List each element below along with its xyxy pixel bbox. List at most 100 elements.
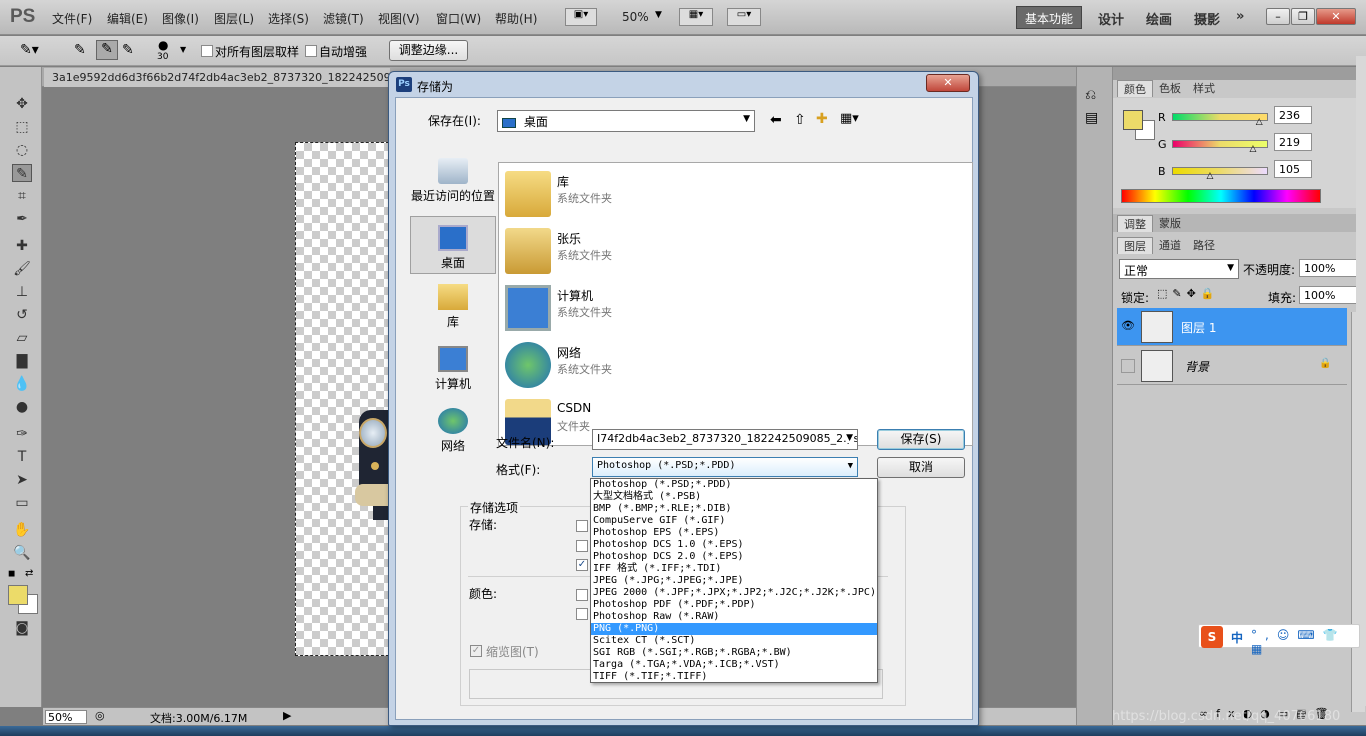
history-panel-icon[interactable]: ⎌ xyxy=(1085,87,1096,103)
tab-adjustments[interactable]: 调整 xyxy=(1117,215,1153,232)
format-option[interactable]: CompuServe GIF (*.GIF) xyxy=(591,515,877,527)
visibility-eye-icon[interactable]: 👁 xyxy=(1121,319,1135,332)
hand-tool-icon[interactable]: ✋ xyxy=(12,521,32,539)
screen-layout-icon[interactable]: ▭▾ xyxy=(727,8,761,26)
brush-dot-icon[interactable]: ● xyxy=(158,38,168,52)
actions-panel-icon[interactable]: ▤ xyxy=(1085,110,1098,126)
workspace-painting[interactable]: 绘画 xyxy=(1146,9,1172,28)
format-option[interactable]: Photoshop DCS 2.0 (*.EPS) xyxy=(591,551,877,563)
place-recent[interactable]: 最近访问的位置 xyxy=(410,158,496,210)
list-item[interactable]: 网络 系统文件夹 xyxy=(505,338,925,395)
format-option[interactable]: SGI RGB (*.SGI;*.RGB;*.RGBA;*.BW) xyxy=(591,647,877,659)
workspace-design[interactable]: 设计 xyxy=(1098,9,1124,28)
shape-tool-icon[interactable]: ▭ xyxy=(12,494,32,512)
close-icon[interactable]: ✕ xyxy=(1316,8,1356,25)
tab-color[interactable]: 颜色 xyxy=(1117,80,1153,97)
ime-mode[interactable]: 中 xyxy=(1231,629,1243,646)
status-zoom[interactable]: 50% xyxy=(45,710,87,724)
auto-enhance-checkbox[interactable] xyxy=(305,45,317,57)
foreground-color-swatch[interactable] xyxy=(8,585,28,605)
tab-paths[interactable]: 路径 xyxy=(1187,237,1221,254)
document-canvas[interactable] xyxy=(295,142,389,656)
zoom-level-menu[interactable]: 50% xyxy=(622,10,649,24)
subtract-selection-icon[interactable]: ✎ xyxy=(122,42,134,58)
view-menu-icon[interactable]: ▦▾ xyxy=(840,111,859,126)
workspace-photography[interactable]: 摄影 xyxy=(1194,9,1220,28)
format-option[interactable]: Targa (*.TGA;*.VDA;*.ICB;*.VST) xyxy=(591,659,877,671)
menu-file[interactable]: 文件(F) xyxy=(52,10,92,27)
dialog-close-icon[interactable]: ✕ xyxy=(926,74,970,92)
format-option[interactable]: BMP (*.BMP;*.RLE;*.DIB) xyxy=(591,503,877,515)
crop-tool-icon[interactable]: ⌗ xyxy=(12,187,32,205)
clone-stamp-icon[interactable]: ⊥ xyxy=(12,283,32,301)
dodge-tool-icon[interactable]: ● xyxy=(12,398,32,416)
back-icon[interactable]: ⬅ xyxy=(770,112,782,128)
gradient-tool-icon[interactable]: ▇ xyxy=(12,352,32,370)
up-folder-icon[interactable]: ⇧ xyxy=(794,112,806,128)
default-colors-icon[interactable]: ◼ xyxy=(8,569,15,579)
place-desktop[interactable]: 桌面 xyxy=(410,216,496,274)
marquee-tool-icon[interactable]: ⬚ xyxy=(12,118,32,136)
move-tool-icon[interactable]: ✥ xyxy=(12,95,32,113)
color-spectrum-ramp[interactable] xyxy=(1121,189,1321,203)
format-option[interactable]: Photoshop DCS 1.0 (*.EPS) xyxy=(591,539,877,551)
tab-styles[interactable]: 样式 xyxy=(1187,80,1221,97)
blend-mode-select[interactable]: 正常 ▼ xyxy=(1119,259,1239,279)
layer-row-1[interactable]: 👁 图层 1 xyxy=(1117,308,1347,346)
save-button[interactable]: 保存(S) xyxy=(877,429,965,450)
list-item[interactable]: 计算机 系统文件夹 xyxy=(505,281,925,338)
blue-slider[interactable] xyxy=(1172,167,1268,175)
green-value[interactable]: 219 xyxy=(1274,133,1312,151)
history-brush-icon[interactable]: ↺ xyxy=(12,306,32,324)
swap-colors-icon[interactable]: ⇄ xyxy=(25,568,33,579)
visibility-toggle[interactable] xyxy=(1121,359,1135,373)
blue-slider-thumb-icon[interactable]: △ xyxy=(1207,171,1214,181)
menu-window[interactable]: 窗口(W) xyxy=(436,10,481,27)
red-slider-thumb-icon[interactable]: △ xyxy=(1256,117,1263,127)
tab-masks[interactable]: 蒙版 xyxy=(1153,215,1187,232)
sogou-logo-icon[interactable]: S xyxy=(1201,626,1223,648)
format-option[interactable]: PNG (*.PNG) xyxy=(591,623,877,635)
format-option[interactable]: Photoshop (*.PSD;*.PDD) xyxy=(591,479,877,491)
blur-tool-icon[interactable]: 💧 xyxy=(12,375,32,393)
document-tab[interactable]: 3a1e9592dd6d3f66b2d74f2db4ac3eb2_8737320… xyxy=(44,68,390,87)
tab-layers[interactable]: 图层 xyxy=(1117,237,1153,254)
color-option-checkbox[interactable] xyxy=(576,608,588,620)
menu-select[interactable]: 选择(S) xyxy=(268,10,309,27)
list-item[interactable]: 张乐 系统文件夹 xyxy=(505,224,925,281)
fill-value[interactable]: 100% xyxy=(1299,286,1357,304)
type-tool-icon[interactable]: T xyxy=(12,448,32,466)
layer-row-2[interactable]: 背景 🔒 xyxy=(1117,347,1347,385)
menu-image[interactable]: 图像(I) xyxy=(162,10,199,27)
format-select[interactable]: Photoshop (*.PSD;*.PDD) ▼ xyxy=(592,457,858,477)
ime-tool-icons[interactable]: °,☺⌨👕▦ xyxy=(1251,628,1359,656)
eyedropper-tool-icon[interactable]: ✒ xyxy=(12,210,32,228)
green-slider-thumb-icon[interactable]: △ xyxy=(1249,144,1256,154)
menu-layer[interactable]: 图层(L) xyxy=(214,10,254,27)
menu-edit[interactable]: 编辑(E) xyxy=(107,10,148,27)
format-option[interactable]: Photoshop EPS (*.EPS) xyxy=(591,527,877,539)
format-option[interactable]: TIFF (*.TIF;*.TIFF) xyxy=(591,671,877,683)
save-in-select[interactable]: 桌面 ▼ xyxy=(497,110,755,132)
format-option[interactable]: JPEG 2000 (*.JPF;*.JPX;*.JP2;*.J2C;*.J2K… xyxy=(591,587,877,599)
red-value[interactable]: 236 xyxy=(1274,106,1312,124)
quick-select-preset-icon[interactable]: ✎▾ xyxy=(20,42,39,58)
filename-input[interactable]: I74f2db4ac3eb2_8737320_182242509085_2.ps… xyxy=(592,429,858,450)
sample-all-layers-checkbox[interactable] xyxy=(201,45,213,57)
color-option-checkbox[interactable] xyxy=(576,589,588,601)
format-option[interactable]: Scitex CT (*.SCT) xyxy=(591,635,877,647)
menu-filter[interactable]: 滤镜(T) xyxy=(323,10,364,27)
blue-value[interactable]: 105 xyxy=(1274,160,1312,178)
new-selection-icon[interactable]: ✎ xyxy=(74,42,86,58)
lock-icons[interactable]: ⬚✎✥🔒 xyxy=(1157,287,1220,300)
red-slider[interactable] xyxy=(1172,113,1268,121)
new-folder-icon[interactable]: ✚ xyxy=(816,111,828,127)
add-to-selection-icon[interactable]: ✎ xyxy=(96,40,118,60)
menu-view[interactable]: 视图(V) xyxy=(378,10,420,27)
minimize-icon[interactable]: – xyxy=(1266,8,1290,25)
format-option[interactable]: Photoshop Raw (*.RAW) xyxy=(591,611,877,623)
place-network[interactable]: 网络 xyxy=(410,408,496,458)
store-option-checkbox[interactable] xyxy=(576,540,588,552)
list-item[interactable]: 库 系统文件夹 xyxy=(505,167,925,224)
opacity-value[interactable]: 100% xyxy=(1299,259,1357,277)
